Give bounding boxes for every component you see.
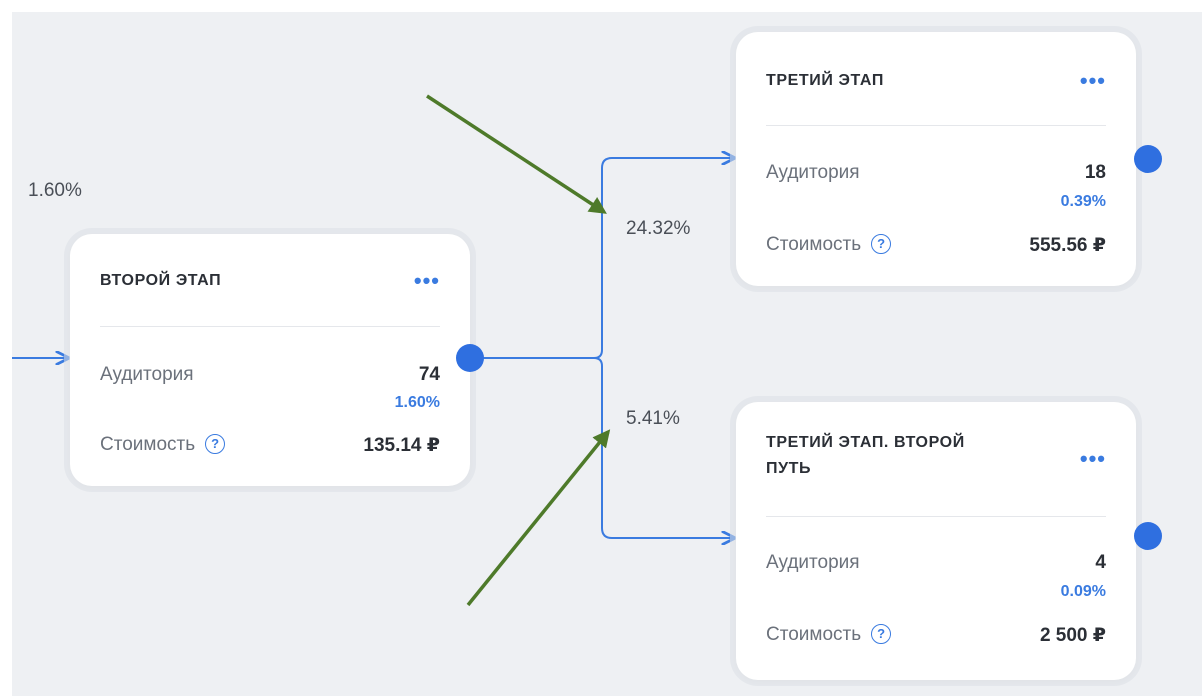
audience-label: Аудитория [766, 552, 860, 573]
left-percent-label: 1.60% [28, 180, 82, 201]
card-title: ВТОРОЙ ЭТАП [100, 272, 222, 289]
output-port[interactable] [456, 344, 484, 372]
cost-label: Стоимость [766, 234, 862, 255]
card-divider [766, 516, 1106, 517]
upper-branch-percent: 24.32% [626, 218, 691, 239]
audience-label: Аудитория [766, 162, 860, 183]
more-menu-icon[interactable]: ••• [414, 270, 440, 292]
cost-row-label: Стоимость? [766, 624, 892, 646]
audience-percent: 1.60% [394, 394, 440, 411]
cost-value: 555.56 ₽ [1029, 235, 1106, 256]
output-port[interactable] [1134, 145, 1162, 173]
audience-value: 74 [418, 364, 440, 385]
cost-label: Стоимость [100, 434, 196, 455]
lower-branch-percent: 5.41% [626, 408, 680, 429]
cost-value: 135.14 ₽ [363, 435, 440, 456]
cost-label: Стоимость [766, 624, 862, 645]
audience-value: 4 [1095, 552, 1106, 573]
stage-card-second[interactable]: ВТОРОЙ ЭТАП ••• Аудитория 74 1.60% Стоим… [70, 234, 470, 486]
card-title-line2: ПУТЬ [766, 460, 812, 477]
audience-value: 18 [1084, 162, 1106, 183]
stage-card-third-alt[interactable]: ТРЕТИЙ ЭТАП. ВТОРОЙ ПУТЬ ••• Аудитория 4… [736, 402, 1136, 680]
card-title: ТРЕТИЙ ЭТАП. ВТОРОЙ ПУТЬ [766, 430, 965, 482]
help-icon[interactable]: ? [871, 624, 892, 644]
card-divider [766, 125, 1106, 126]
card-title-line1: ТРЕТИЙ ЭТАП. ВТОРОЙ [766, 434, 965, 451]
help-icon[interactable]: ? [205, 434, 226, 454]
audience-percent: 0.09% [1060, 583, 1106, 600]
help-icon[interactable]: ? [871, 234, 892, 254]
cost-value: 2 500 ₽ [1039, 625, 1106, 646]
cost-row-label: Стоимость? [100, 434, 226, 456]
stage-card-third[interactable]: ТРЕТИЙ ЭТАП ••• Аудитория 18 0.39% Стоим… [736, 32, 1136, 286]
cost-row-label: Стоимость? [766, 234, 892, 256]
card-title: ТРЕТИЙ ЭТАП [766, 72, 884, 89]
audience-percent: 0.39% [1060, 193, 1106, 210]
card-divider [100, 326, 440, 327]
audience-label: Аудитория [100, 364, 194, 385]
more-menu-icon[interactable]: ••• [1080, 448, 1106, 470]
more-menu-icon[interactable]: ••• [1080, 70, 1106, 92]
output-port[interactable] [1134, 522, 1162, 550]
